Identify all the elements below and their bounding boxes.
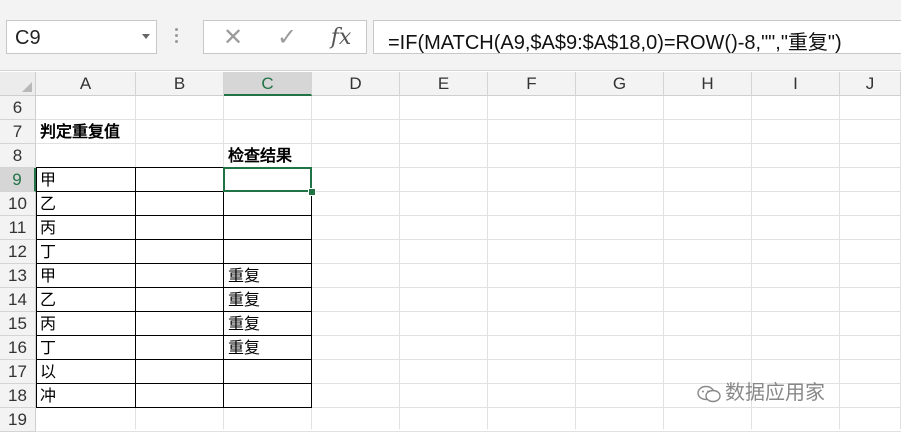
row-header-8[interactable]: 8	[0, 144, 36, 168]
table-border-cell	[135, 216, 224, 240]
cell-a13[interactable]: 甲	[36, 264, 136, 288]
column-header-i[interactable]: I	[752, 72, 840, 96]
row-header-14[interactable]: 14	[0, 288, 36, 312]
enter-check-icon[interactable]: ✓	[272, 25, 302, 51]
watermark-text: 数据应用家	[725, 380, 825, 404]
table-border-cell	[135, 336, 224, 360]
row-header-12[interactable]: 12	[0, 240, 36, 264]
column-header-b[interactable]: B	[136, 72, 224, 96]
cell-c15[interactable]: 重复	[224, 312, 312, 336]
column-header-e[interactable]: E	[400, 72, 488, 96]
row-header-6[interactable]: 6	[0, 96, 36, 120]
wechat-icon	[697, 385, 721, 402]
table-border-cell	[223, 240, 312, 264]
cell-a7[interactable]: 判定重复值	[36, 120, 136, 144]
column-header-f[interactable]: F	[488, 72, 576, 96]
name-box-value: C9	[15, 27, 41, 49]
cell-a16[interactable]: 丁	[36, 336, 136, 360]
row-header-19[interactable]: 19	[0, 408, 36, 432]
cell-a15[interactable]: 丙	[36, 312, 136, 336]
cell-a12[interactable]: 丁	[36, 240, 136, 264]
row-header-13[interactable]: 13	[0, 264, 36, 288]
row-header-16[interactable]: 16	[0, 336, 36, 360]
column-header-a[interactable]: A	[36, 72, 136, 96]
formula-bar: C9 ✕ ✓ fx =IF(MATCH(A9,$A$9:$A$18,0)=ROW…	[0, 0, 901, 71]
column-header-h[interactable]: H	[664, 72, 752, 96]
table-border-cell	[223, 192, 312, 216]
row-header-10[interactable]: 10	[0, 192, 36, 216]
table-border-cell	[135, 240, 224, 264]
column-header-j[interactable]: J	[840, 72, 901, 96]
name-box[interactable]: C9	[6, 20, 157, 54]
cell-c8[interactable]: 检查结果	[224, 144, 312, 168]
cell-c14[interactable]: 重复	[224, 288, 312, 312]
watermark: 数据应用家	[697, 376, 825, 405]
table-border-cell	[223, 216, 312, 240]
fill-handle[interactable]	[308, 188, 316, 196]
cell-a14[interactable]: 乙	[36, 288, 136, 312]
cell-a11[interactable]: 丙	[36, 216, 136, 240]
select-all-button[interactable]	[0, 72, 36, 96]
more-options-icon[interactable]	[175, 28, 179, 46]
column-header-c[interactable]: C	[224, 72, 312, 96]
dropdown-arrow-icon[interactable]	[142, 34, 150, 39]
active-cell-selection[interactable]	[223, 167, 312, 192]
cell-a9[interactable]: 甲	[36, 168, 136, 192]
cell-c16[interactable]: 重复	[224, 336, 312, 360]
gridline-horizontal	[36, 143, 901, 144]
row-header-9[interactable]: 9	[0, 168, 36, 192]
cell-a17[interactable]: 以	[36, 360, 136, 384]
table-border-cell	[135, 312, 224, 336]
table-border-cell	[223, 360, 312, 384]
table-border-cell	[135, 384, 224, 408]
table-border-cell	[135, 288, 224, 312]
formula-buttons: ✕ ✓ fx	[203, 20, 367, 54]
cell-a10[interactable]: 乙	[36, 192, 136, 216]
row-header-17[interactable]: 17	[0, 360, 36, 384]
table-border-cell	[135, 167, 224, 192]
cell-c13[interactable]: 重复	[224, 264, 312, 288]
row-header-11[interactable]: 11	[0, 216, 36, 240]
table-border-cell	[223, 384, 312, 408]
table-border-cell	[135, 192, 224, 216]
row-header-15[interactable]: 15	[0, 312, 36, 336]
table-border-cell	[135, 360, 224, 384]
row-header-18[interactable]: 18	[0, 384, 36, 408]
gridline-horizontal	[36, 119, 901, 120]
column-header-g[interactable]: G	[576, 72, 664, 96]
cancel-icon[interactable]: ✕	[218, 25, 248, 51]
row-header-7[interactable]: 7	[0, 120, 36, 144]
column-header-d[interactable]: D	[312, 72, 400, 96]
table-border-cell	[135, 264, 224, 288]
formula-text: =IF(MATCH(A9,$A$9:$A$18,0)=ROW()-8,"","重…	[388, 32, 842, 54]
function-icon[interactable]: fx	[326, 25, 356, 51]
formula-input[interactable]: =IF(MATCH(A9,$A$9:$A$18,0)=ROW()-8,"","重…	[373, 20, 901, 54]
cell-a18[interactable]: 冲	[36, 384, 136, 408]
